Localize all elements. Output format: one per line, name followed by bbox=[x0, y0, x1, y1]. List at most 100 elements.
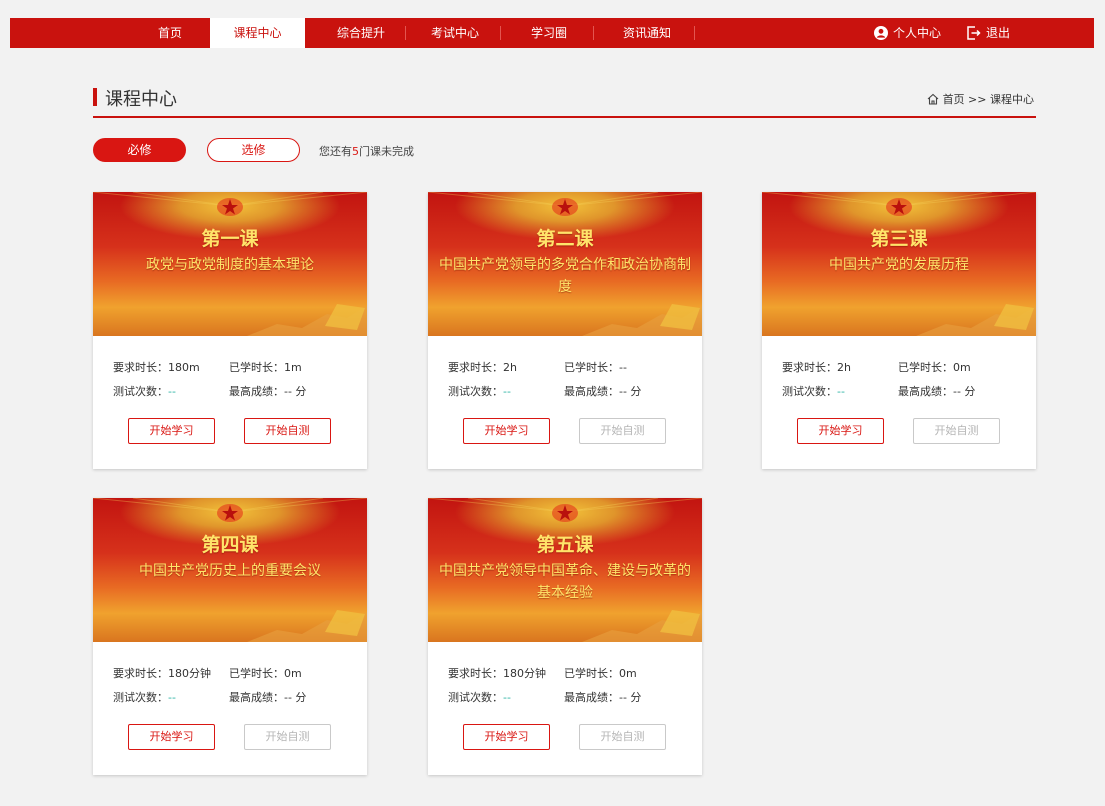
required-time-value: 2h bbox=[837, 361, 851, 374]
best-score-label: 最高成绩： bbox=[229, 691, 284, 704]
course-card: 第一课 政党与政党制度的基本理论 要求时长：180m 已学时长：1m 测试次数：… bbox=[93, 192, 367, 469]
required-time: 要求时长：2h bbox=[782, 359, 851, 375]
best-score-value: -- 分 bbox=[284, 691, 307, 704]
lesson-subject: 中国共产党领导的多党合作和政治协商制度 bbox=[439, 257, 691, 295]
best-score: 最高成绩：-- 分 bbox=[229, 689, 306, 705]
studied-time: 已学时长：-- bbox=[564, 359, 627, 375]
nav-item-comprehensive[interactable]: 综合提升 bbox=[320, 18, 402, 48]
nav-divider bbox=[500, 26, 501, 40]
studied-time-value: 0m bbox=[953, 361, 971, 374]
required-time-value: 180m bbox=[168, 361, 200, 374]
best-score-value: -- 分 bbox=[953, 385, 976, 398]
logout-link[interactable]: 退出 bbox=[966, 18, 1010, 48]
breadcrumb-text[interactable]: 首页 >> 课程中心 bbox=[943, 91, 1034, 107]
start-study-button[interactable]: 开始学习 bbox=[463, 418, 550, 444]
test-count-value: -- bbox=[168, 385, 176, 398]
best-score-label: 最高成绩： bbox=[564, 385, 619, 398]
required-time: 要求时长：180m bbox=[113, 359, 200, 375]
start-test-button[interactable]: 开始自测 bbox=[579, 724, 666, 750]
start-study-button[interactable]: 开始学习 bbox=[128, 724, 215, 750]
start-test-button[interactable]: 开始自测 bbox=[244, 724, 331, 750]
start-test-button[interactable]: 开始自测 bbox=[579, 418, 666, 444]
page-title: 课程中心 bbox=[105, 89, 177, 110]
studied-time-label: 已学时长： bbox=[898, 361, 953, 374]
flag-decoration bbox=[582, 610, 702, 642]
nav-item-study-circle[interactable]: 学习圈 bbox=[508, 18, 590, 48]
best-score: 最高成绩：-- 分 bbox=[564, 383, 641, 399]
required-time-label: 要求时长： bbox=[782, 361, 837, 374]
breadcrumb: 首页 >> 课程中心 bbox=[927, 91, 1034, 107]
start-study-button[interactable]: 开始学习 bbox=[463, 724, 550, 750]
test-count: 测试次数：-- bbox=[113, 383, 176, 399]
test-count: 测试次数：-- bbox=[448, 689, 511, 705]
start-study-button[interactable]: 开始学习 bbox=[797, 418, 884, 444]
flag-decoration bbox=[582, 304, 702, 336]
test-count-label: 测试次数： bbox=[113, 691, 168, 704]
required-time-label: 要求时长： bbox=[448, 667, 503, 680]
best-score-value: -- 分 bbox=[619, 691, 642, 704]
nav-item-exam-center[interactable]: 考试中心 bbox=[414, 18, 496, 48]
test-count-label: 测试次数： bbox=[448, 385, 503, 398]
studied-time-value: 0m bbox=[619, 667, 637, 680]
test-count-label: 测试次数： bbox=[448, 691, 503, 704]
test-count: 测试次数：-- bbox=[448, 383, 511, 399]
nav-item-home[interactable]: 首页 bbox=[135, 18, 205, 48]
lesson-subject: 政党与政党制度的基本理论 bbox=[146, 257, 314, 273]
start-test-button[interactable]: 开始自测 bbox=[244, 418, 331, 444]
best-score-value: -- 分 bbox=[284, 385, 307, 398]
required-time-value: 180分钟 bbox=[168, 667, 211, 680]
lesson-subject: 中国共产党领导中国革命、建设与改革的基本经验 bbox=[439, 563, 691, 601]
star-emblem-icon bbox=[217, 504, 243, 522]
studied-time: 已学时长：0m bbox=[564, 665, 637, 681]
nav-divider bbox=[405, 26, 406, 40]
star-emblem-icon bbox=[552, 198, 578, 216]
studied-time: 已学时长：0m bbox=[229, 665, 302, 681]
start-test-button[interactable]: 开始自测 bbox=[913, 418, 1000, 444]
hint-suffix: 门课未完成 bbox=[359, 145, 414, 158]
required-time-label: 要求时长： bbox=[113, 361, 168, 374]
test-count-label: 测试次数： bbox=[782, 385, 837, 398]
logout-icon bbox=[967, 26, 981, 40]
course-banner: 第一课 政党与政党制度的基本理论 bbox=[93, 192, 367, 336]
studied-time-label: 已学时长： bbox=[229, 667, 284, 680]
studied-time-value: -- bbox=[619, 361, 627, 374]
top-nav: 首页 课程中心 综合提升 考试中心 学习圈 资讯通知 个人中心 退出 bbox=[10, 18, 1094, 48]
title-accent-bar bbox=[93, 88, 97, 106]
star-emblem-icon bbox=[217, 198, 243, 216]
required-time-value: 180分钟 bbox=[503, 667, 546, 680]
lesson-number: 第五课 bbox=[536, 534, 594, 556]
home-icon bbox=[927, 93, 938, 105]
profile-link[interactable]: 个人中心 bbox=[874, 18, 941, 48]
course-banner: 第四课 中国共产党历史上的重要会议 bbox=[93, 498, 367, 642]
course-card: 第三课 中国共产党的发展历程 要求时长：2h 已学时长：0m 测试次数：-- 最… bbox=[762, 192, 1036, 469]
best-score-label: 最高成绩： bbox=[229, 385, 284, 398]
lesson-number: 第四课 bbox=[201, 534, 259, 556]
title-bar: 课程中心 首页 >> 课程中心 bbox=[93, 80, 1036, 118]
lesson-subject: 中国共产党的发展历程 bbox=[829, 257, 969, 273]
studied-time-value: 1m bbox=[284, 361, 302, 374]
nav-item-course-center[interactable]: 课程中心 bbox=[210, 18, 305, 48]
main-content: 课程中心 首页 >> 课程中心 必修 选修 您还有5门课未完成 bbox=[93, 80, 1036, 162]
test-count-value: -- bbox=[837, 385, 845, 398]
best-score-value: -- 分 bbox=[619, 385, 642, 398]
required-tab[interactable]: 必修 bbox=[93, 138, 186, 162]
required-time: 要求时长：180分钟 bbox=[113, 665, 211, 681]
flag-decoration bbox=[247, 304, 367, 336]
required-time-label: 要求时长： bbox=[113, 667, 168, 680]
unfinished-count: 5 bbox=[352, 145, 359, 158]
lesson-number: 第一课 bbox=[201, 228, 259, 250]
course-banner: 第二课 中国共产党领导的多党合作和政治协商制度 bbox=[428, 192, 702, 336]
studied-time-label: 已学时长： bbox=[564, 667, 619, 680]
filter-row: 必修 选修 您还有5门课未完成 bbox=[93, 138, 693, 162]
lesson-number: 第三课 bbox=[870, 228, 928, 250]
nav-divider bbox=[593, 26, 594, 40]
best-score-label: 最高成绩： bbox=[564, 691, 619, 704]
studied-time-label: 已学时长： bbox=[564, 361, 619, 374]
lesson-number: 第二课 bbox=[536, 228, 594, 250]
test-count-value: -- bbox=[503, 691, 511, 704]
nav-item-news[interactable]: 资讯通知 bbox=[601, 18, 693, 48]
test-count-value: -- bbox=[168, 691, 176, 704]
best-score: 最高成绩：-- 分 bbox=[564, 689, 641, 705]
start-study-button[interactable]: 开始学习 bbox=[128, 418, 215, 444]
elective-tab[interactable]: 选修 bbox=[207, 138, 300, 162]
